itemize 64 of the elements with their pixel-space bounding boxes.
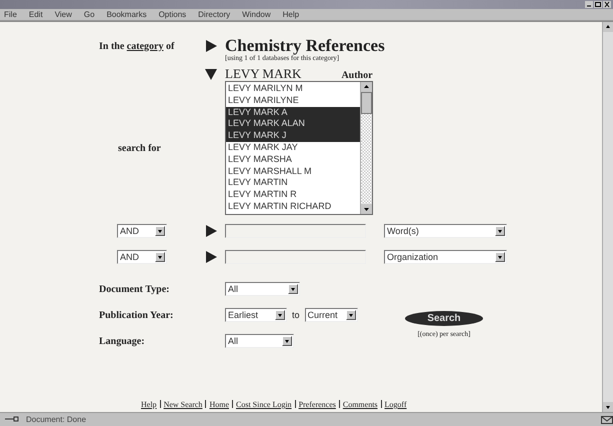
- to-label: to: [292, 310, 300, 320]
- search-term-field[interactable]: [225, 250, 366, 264]
- mail-icon[interactable]: [601, 416, 613, 424]
- menu-item[interactable]: Bookmarks: [106, 10, 147, 19]
- list-item[interactable]: LEVY MARK A: [226, 106, 360, 118]
- list-item[interactable]: LEVY MARSHALL M: [226, 166, 360, 178]
- scroll-up-icon[interactable]: [361, 82, 372, 92]
- publication-year-label: Publication Year:: [99, 310, 174, 320]
- status-text: Document: Done: [26, 415, 88, 424]
- close-icon[interactable]: [603, 1, 611, 8]
- security-key-icon: [4, 415, 20, 424]
- dropdown[interactable]: Word(s): [384, 224, 507, 238]
- footer-link[interactable]: Logoff: [384, 400, 407, 409]
- list-item[interactable]: LEVY MARK JAY: [226, 142, 360, 154]
- menu-item[interactable]: File: [4, 10, 17, 19]
- menu-item[interactable]: View: [54, 10, 72, 19]
- list-item[interactable]: LEVY MARTIN RICHARD: [226, 200, 360, 213]
- footer-link[interactable]: Preferences: [298, 400, 336, 409]
- menu-item[interactable]: Window: [242, 10, 271, 19]
- author-field-label: Author: [341, 70, 373, 81]
- dropdown[interactable]: All: [225, 334, 294, 348]
- search-button[interactable]: Search: [405, 311, 483, 326]
- dropdown[interactable]: Current: [304, 308, 358, 322]
- right-triangle-icon: [205, 251, 217, 263]
- list-item[interactable]: LEVY MARK ALAN: [226, 118, 360, 130]
- menu-item[interactable]: Go: [84, 10, 95, 19]
- database-title: Chemistry References: [225, 36, 386, 55]
- footer-link[interactable]: New Search: [164, 400, 202, 409]
- footer-link[interactable]: Cost Since Login: [236, 400, 292, 409]
- author-value: LEVY MARK: [225, 66, 302, 82]
- search-term-field[interactable]: [225, 224, 366, 238]
- menu-item[interactable]: Edit: [28, 10, 43, 19]
- menu-item[interactable]: Directory: [198, 10, 230, 19]
- dropdown[interactable]: Organization: [384, 250, 507, 264]
- scroll-thumb[interactable]: [361, 92, 372, 114]
- author-listbox[interactable]: LEVY MARILYN M LEVY MARILYNE LEVY MARK A LEVY MARK ALAN LEVY MARK J LEVY MARK JAY LEVY MARSHA LEVY MARSHALL M LEVY MARTIN LEVY MARTIN R LEVY MARTIN RICHARD: [225, 81, 373, 215]
- dropdown[interactable]: AND: [117, 224, 167, 238]
- language-label: Language:: [99, 336, 146, 346]
- list-item[interactable]: LEVY MARTIN: [226, 177, 360, 190]
- category-link[interactable]: category: [126, 40, 164, 52]
- list-item[interactable]: LEVY MARILYNE: [226, 94, 360, 107]
- document-type-label: Document Type:: [99, 284, 170, 294]
- menu-item[interactable]: Options: [158, 10, 186, 19]
- right-triangle-icon: [205, 225, 217, 237]
- maximize-icon[interactable]: [594, 1, 602, 8]
- category-label: In the category of: [99, 40, 176, 52]
- dropdown[interactable]: Earliest: [225, 308, 287, 322]
- footer-link[interactable]: Comments: [342, 400, 378, 409]
- scroll-up-icon[interactable]: [603, 22, 613, 32]
- menu-item[interactable]: Help: [282, 10, 300, 19]
- list-item[interactable]: LEVY MARILYN M: [226, 83, 360, 95]
- dropdown[interactable]: All: [225, 282, 300, 296]
- right-triangle-icon: [205, 40, 217, 52]
- search-for-label: search for: [118, 142, 162, 154]
- scroll-down-icon[interactable]: [603, 402, 613, 412]
- list-item[interactable]: LEVY MARSHA: [226, 154, 360, 166]
- list-item[interactable]: LEVY MARK J: [226, 130, 360, 142]
- dropdown[interactable]: AND: [117, 250, 167, 264]
- minimize-icon[interactable]: [585, 1, 593, 8]
- scroll-down-icon[interactable]: [361, 204, 372, 214]
- footer-link[interactable]: Help: [141, 400, 157, 409]
- list-item[interactable]: LEVY MARTIN R: [226, 189, 360, 201]
- footer-link[interactable]: Home: [209, 400, 229, 409]
- down-triangle-icon: [205, 68, 217, 80]
